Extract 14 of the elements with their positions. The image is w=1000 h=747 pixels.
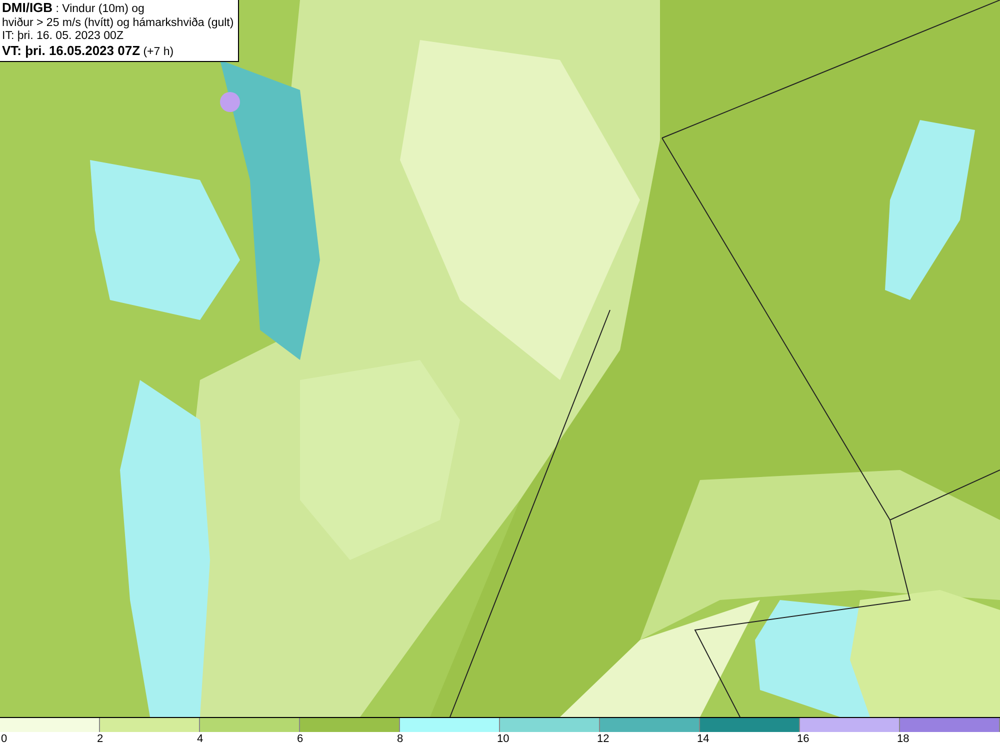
title-line: DMI/IGB : Vindur (10m) og [2, 1, 146, 16]
legend-label: 10 [497, 732, 510, 746]
legend-label: 14 [697, 732, 710, 746]
title-line: VT: þri. 16.05.2023 07Z (+7 h) [2, 44, 175, 59]
legend-label: 8 [397, 732, 404, 746]
legend-label: 2 [97, 732, 104, 746]
legend-label: 0 [1, 732, 8, 746]
legend-label: 18 [897, 732, 910, 746]
legend-label: 16 [797, 732, 810, 746]
legend-label: 6 [297, 732, 304, 746]
title-line: hviður > 25 m/s (hvítt) og hámarkshviða (gult) [2, 16, 234, 30]
legend-label: 4 [197, 732, 204, 746]
title-line: IT: þri. 16. 05. 2023 00Z [2, 30, 124, 44]
legend-label: 12 [597, 732, 610, 746]
